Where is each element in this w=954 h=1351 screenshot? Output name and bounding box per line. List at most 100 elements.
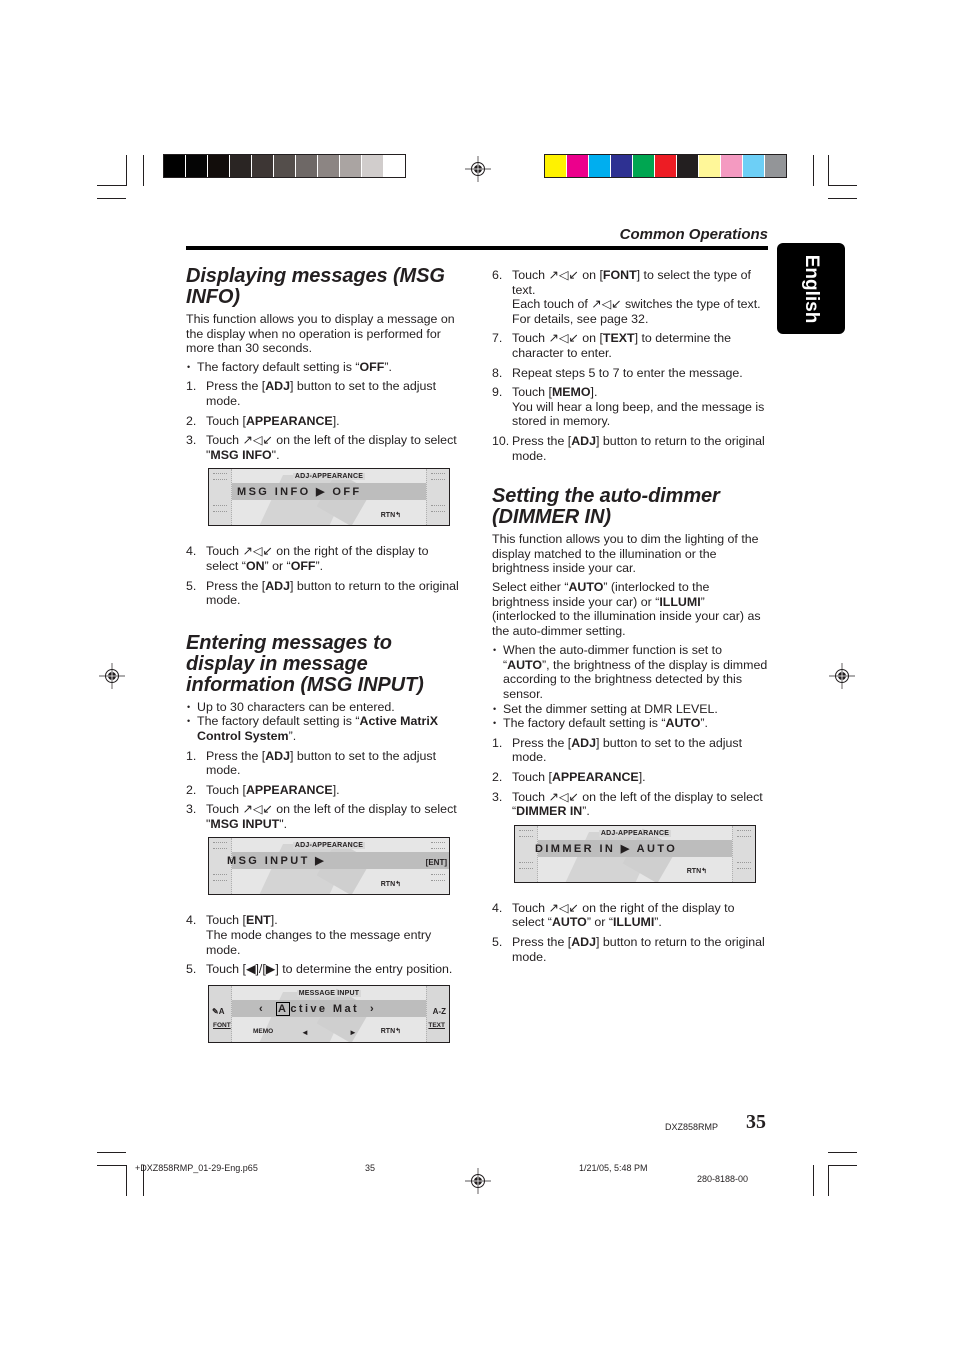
crop-mark [813, 155, 814, 186]
step-item: 10. Press the [ADJ] button to return to t… [492, 433, 765, 463]
lcd-az-label: A-Z [432, 1006, 446, 1016]
lcd-return-label: RTN↰ [380, 880, 401, 888]
heading-dimmer-in: Setting the auto-dimmer (DIMMER IN) [492, 485, 720, 529]
color-swatch [340, 155, 362, 177]
footer-part-number: 280-8188-00 [697, 1174, 749, 1184]
lcd-pen-label: ✎A [212, 1006, 225, 1016]
crop-mark [828, 1165, 829, 1196]
step-item: 5. Press the [ADJ] button to return to th… [492, 935, 765, 964]
crop-mark [126, 155, 127, 186]
lcd-right-arrow-icon: ► [349, 1028, 357, 1038]
step-item: 4. Touch ↗◁↙ on the right of the display … [186, 544, 429, 573]
footer-model: DXZ858RMP [665, 1122, 719, 1132]
lcd-display-dimmer-in: ADJ-APPEARANCE DIMMER IN ▶ AUTO RTN↰ [514, 824, 756, 883]
crop-mark [813, 1165, 814, 1196]
step-item: 1. Press the [ADJ] button to set to the a… [186, 748, 437, 778]
intro-text: This function allows you to display a me… [186, 312, 455, 356]
color-swatch [699, 155, 721, 177]
color-swatch [252, 155, 274, 177]
step-item: 2. Touch [APPEARANCE]. [186, 782, 340, 797]
crop-mark [143, 155, 144, 186]
lcd-return-label: RTN↰ [380, 511, 401, 519]
footer-file-page: 35 [365, 1163, 376, 1173]
lcd-title: ADJ-APPEARANCE [598, 829, 672, 837]
color-swatch [186, 155, 208, 177]
lcd-message-text: ‹ Active Mat › [259, 1001, 377, 1016]
process-color-bar [544, 154, 787, 178]
bullet-item: The factory default setting is “Active M… [186, 714, 461, 743]
step-item: 1. Press the [ADJ] button to set to the a… [492, 735, 743, 765]
language-tab-label: English [801, 254, 822, 323]
color-swatch [655, 155, 677, 177]
bullet-item: Set the dimmer setting at DMR LEVEL. [492, 702, 768, 717]
header-rule [186, 246, 768, 250]
language-tab: English [777, 243, 845, 334]
lcd-font-label: FONT [213, 1021, 231, 1029]
step-item: 9. Touch [MEMO]. You will hear a long beep… [492, 385, 765, 429]
crop-mark [97, 1152, 126, 1153]
step-item: 3. Touch ↗◁↙ on the left of the display t… [186, 802, 457, 831]
bullet-item: The factory default setting is “OFF”. [186, 360, 461, 375]
registration-mark-icon [465, 1168, 491, 1194]
color-swatch [611, 155, 633, 177]
step-item: 4. Touch ↗◁↙ on the right of the display … [492, 900, 735, 930]
registration-mark-icon [829, 663, 855, 689]
color-swatch [164, 155, 186, 177]
registration-mark-icon [99, 663, 125, 689]
color-swatch [296, 155, 318, 177]
section-label: Common Operations [619, 226, 768, 243]
footer-timestamp: 1/21/05, 5:48 PM [579, 1163, 648, 1173]
step-item: 3. Touch ↗◁↙ on the left of the display t… [186, 433, 457, 462]
color-swatch [633, 155, 655, 177]
registration-mark-icon [465, 156, 491, 182]
heading-msg-input: Entering messages to display in message … [186, 631, 424, 696]
color-swatch [318, 155, 340, 177]
lcd-memo-label: MEMO [253, 1028, 274, 1036]
lcd-return-label: RTN↰ [380, 1028, 401, 1036]
color-swatch [721, 155, 743, 177]
color-swatch [545, 155, 567, 177]
step-item: 5. Press the [ADJ] button to return to th… [186, 578, 459, 608]
heading-msg-info: Displaying messages (MSG INFO) [186, 265, 445, 308]
lcd-ent-button: [ENT] [425, 858, 447, 868]
lcd-display-msg-info: ADJ-APPEARANCE MSG INFO ▶ OFF RTN↰ [208, 468, 450, 527]
step-item: 3. Touch ↗◁↙ on the left of the display t… [492, 789, 763, 819]
left-column: Displaying messages (MSG INFO) This func… [186, 266, 461, 1043]
step-item: 2. Touch [APPEARANCE]. [492, 770, 646, 785]
lcd-text-label: TEXT [428, 1021, 445, 1029]
bullet-item: The factory default setting is “AUTO”. [492, 716, 768, 731]
page-number: 35 [746, 1111, 766, 1133]
right-column: 6. Touch ↗◁↙ on [FONT] to select the type… [492, 268, 768, 969]
step-item: 1. Press the [ADJ] button to set to the a… [186, 379, 437, 408]
crop-mark [828, 198, 857, 199]
color-swatch [208, 155, 230, 177]
lcd-left-arrow-icon: ◄ [301, 1028, 309, 1038]
lcd-main-text: MSG INPUT ▶ [227, 855, 327, 868]
crop-mark [97, 198, 126, 199]
lcd-title: ADJ-APPEARANCE [292, 842, 366, 850]
color-swatch [362, 155, 384, 177]
lcd-main-text: MSG INFO ▶ OFF [237, 486, 362, 499]
grayscale-color-bar [163, 154, 406, 178]
lcd-main-text: DIMMER IN ▶ AUTO [535, 842, 678, 855]
footer-filename: +DXZ858RMP_01-29-Eng.p65 [135, 1163, 258, 1173]
step-item: 6. Touch ↗◁↙ on [FONT] to select the type… [492, 268, 761, 326]
crop-mark [828, 155, 829, 186]
crop-mark [97, 185, 126, 186]
crop-mark [97, 1165, 126, 1166]
step-item: 4. Touch [ENT]. The mode changes to the me… [186, 913, 432, 957]
crop-mark [828, 1152, 857, 1153]
color-swatch [589, 155, 611, 177]
step-item: 8. Repeat steps 5 to 7 to enter the messa… [492, 365, 743, 380]
bullet-item: Up to 30 characters can be entered. [186, 700, 461, 715]
crop-mark [828, 1165, 857, 1166]
lcd-title: ADJ-APPEARANCE [292, 473, 366, 481]
color-swatch [765, 155, 786, 177]
lcd-title: MESSAGE INPUT [296, 989, 362, 997]
color-swatch [230, 155, 252, 177]
step-item: 5. Touch [◀]/[▶] to determine the entry p… [186, 962, 453, 977]
select-text: Select either “AUTO” (interlocked to the… [492, 579, 761, 638]
step-item: 2. Touch [APPEARANCE]. [186, 413, 340, 428]
color-swatch [567, 155, 589, 177]
crop-mark [126, 1165, 127, 1196]
